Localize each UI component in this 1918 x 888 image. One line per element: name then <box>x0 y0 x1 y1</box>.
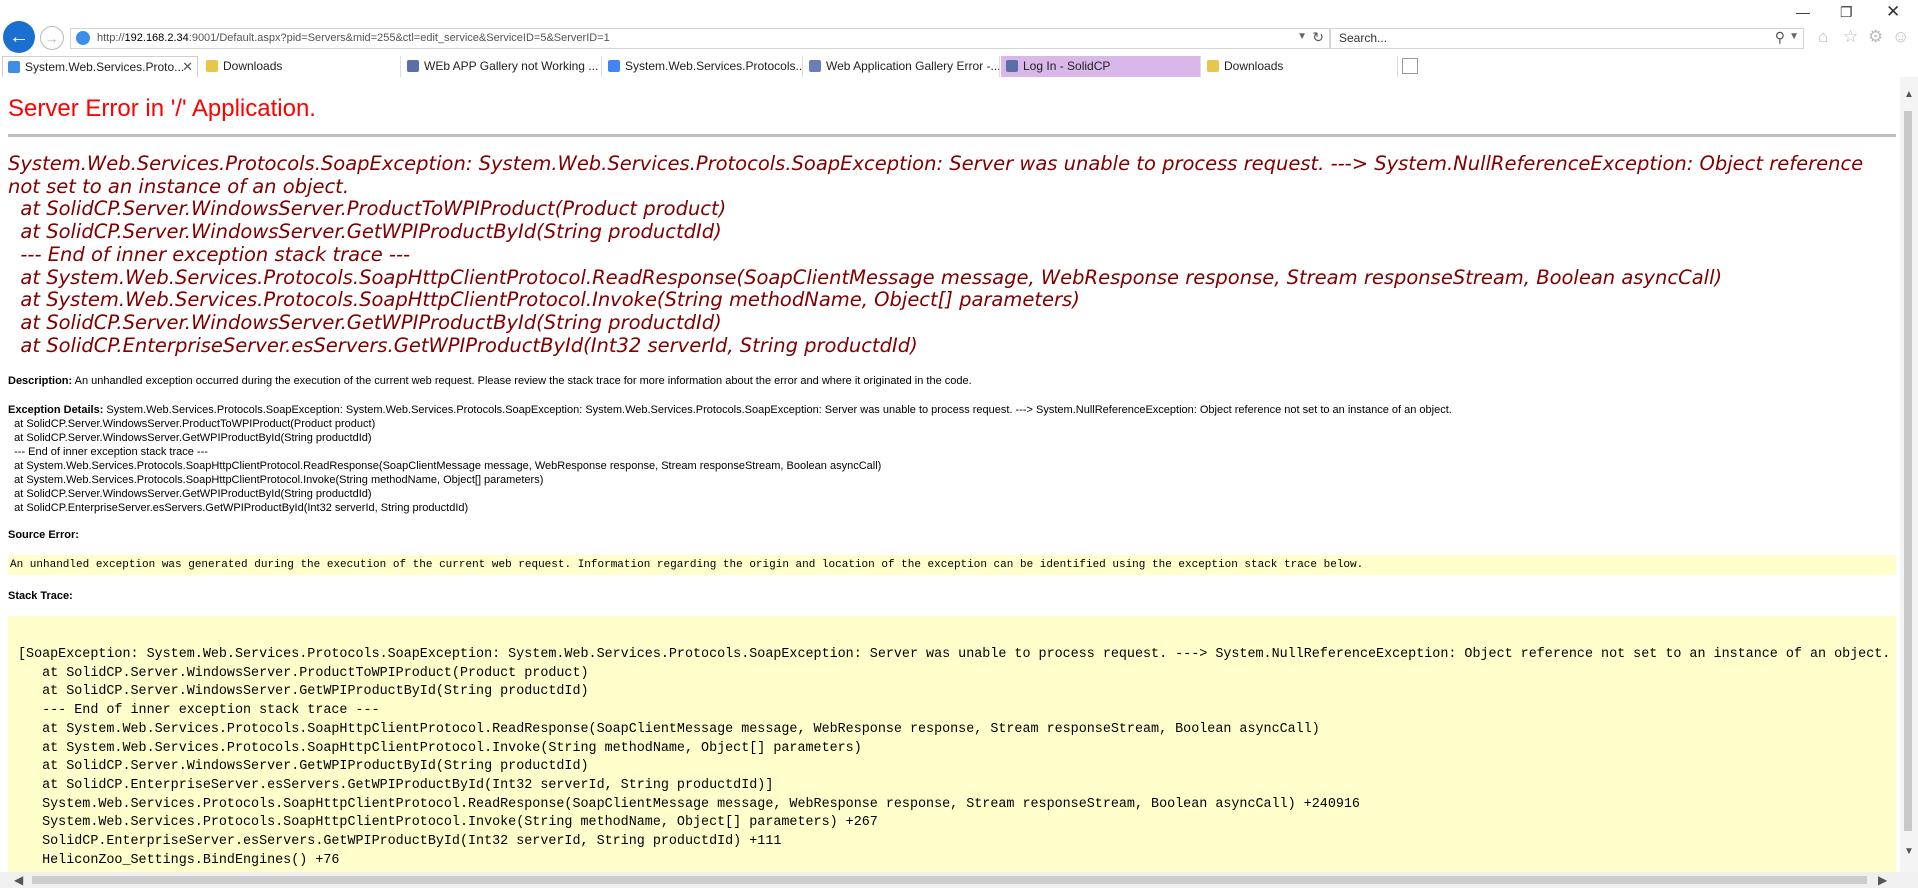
url-host: 192.168.2.34 <box>124 32 189 44</box>
exception-line: at SolidCP.Server.WindowsServer.ProductT… <box>8 418 376 430</box>
stack-line: at System.Web.Services.Protocols.SoapHtt… <box>18 721 1320 737</box>
horizontal-scroll-thumb[interactable] <box>32 876 1867 884</box>
error-line: at SolidCP.EnterpriseServer.esServers.Ge… <box>8 333 918 357</box>
search-dropdown-icon[interactable]: ▼ <box>1789 31 1799 42</box>
error-line: at System.Web.Services.Protocols.SoapHtt… <box>8 288 1080 312</box>
restore-button[interactable]: ❐ <box>1840 4 1853 21</box>
exception-label: Exception Details: <box>8 404 104 416</box>
error-line: at SolidCP.Server.WindowsServer.GetWPIPr… <box>8 310 722 334</box>
browser-chrome: — ❐ ✕ ← → http://192.168.2.34:9001/Defau… <box>0 0 1918 77</box>
tab-1[interactable]: System.Web.Services.Proto... ✕ <box>2 56 198 77</box>
error-line: at SolidCP.Server.WindowsServer.GetWPIPr… <box>8 220 722 244</box>
scroll-up-icon[interactable]: ▲ <box>1904 89 1914 100</box>
close-tab-icon[interactable]: ✕ <box>182 59 193 75</box>
vertical-scrollbar[interactable]: ▲ ▼ <box>1900 77 1918 872</box>
address-dropdown-icon[interactable]: ▼ <box>1297 31 1307 42</box>
tab-5[interactable]: Web Application Gallery Error -... <box>804 56 1000 77</box>
url-rest: :9001/Default.aspx?pid=Servers&mid=255&c… <box>188 32 610 44</box>
page-title: Server Error in '/' Application. <box>8 95 316 122</box>
stack-line: at SolidCP.Server.WindowsServer.GetWPIPr… <box>18 759 589 775</box>
ie-icon <box>8 61 20 73</box>
forward-button[interactable]: → <box>40 26 64 50</box>
stack-line: at System.Web.Services.Protocols.SoapHtt… <box>18 740 862 756</box>
exception-line: System.Web.Services.Protocols.SoapExcept… <box>103 404 1452 416</box>
source-error-box: An unhandled exception was generated dur… <box>8 555 1896 575</box>
scroll-right-icon[interactable]: ▶ <box>1878 873 1887 887</box>
error-heading: System.Web.Services.Protocols.SoapExcept… <box>8 152 1898 357</box>
description: Description: An unhandled exception occu… <box>8 375 972 387</box>
tab-label: Downloads <box>223 59 283 73</box>
tab-2[interactable]: Downloads <box>201 56 401 77</box>
exception-line: at System.Web.Services.Protocols.SoapHtt… <box>8 460 882 472</box>
tab-3[interactable]: WEb APP Gallery not Working ... <box>402 56 602 77</box>
stack-trace-text: [SoapException: System.Web.Services.Prot… <box>18 646 1890 870</box>
description-text: An unhandled exception occurred during t… <box>72 375 972 387</box>
forum-icon <box>407 60 419 72</box>
stack-line: at SolidCP.Server.WindowsServer.GetWPIPr… <box>18 684 589 700</box>
tab-7[interactable]: Downloads <box>1202 56 1398 77</box>
divider <box>8 134 1896 137</box>
source-error-text: An unhandled exception was generated dur… <box>10 559 1364 571</box>
new-tab-button[interactable] <box>1402 58 1418 74</box>
source-error-label: Source Error: <box>8 529 79 541</box>
ie-page-icon <box>76 31 90 45</box>
tab-6[interactable]: Log In - SolidCP <box>1001 56 1201 77</box>
home-icon[interactable]: ⌂ <box>1818 27 1828 47</box>
scroll-down-icon[interactable]: ▼ <box>1904 846 1914 857</box>
stack-line: at SolidCP.Server.WindowsServer.ProductT… <box>18 665 589 681</box>
stack-trace-label: Stack Trace: <box>8 590 73 602</box>
exception-line: at SolidCP.Server.WindowsServer.GetWPIPr… <box>8 432 372 444</box>
stack-line: [SoapException: System.Web.Services.Prot… <box>18 647 1891 662</box>
tab-label: System.Web.Services.Protocols... <box>625 59 803 73</box>
search-icon[interactable]: ⚲ <box>1775 29 1785 46</box>
stack-line: System.Web.Services.Protocols.SoapHttpCl… <box>18 796 1360 812</box>
folder-icon <box>1207 60 1219 72</box>
tab-bar: System.Web.Services.Proto... ✕ Downloads… <box>0 56 1918 77</box>
exception-details: Exception Details: System.Web.Services.P… <box>8 403 1888 515</box>
scroll-left-icon[interactable]: ◀ <box>14 873 23 887</box>
address-url[interactable]: http://192.168.2.34:9001/Default.aspx?pi… <box>97 32 610 44</box>
address-bar[interactable]: http://192.168.2.34:9001/Default.aspx?pi… <box>70 28 1330 49</box>
folder-icon <box>206 60 218 72</box>
url-prefix: http:// <box>97 32 125 44</box>
exception-line: --- End of inner exception stack trace -… <box>8 446 208 458</box>
solidcp-icon <box>1006 60 1018 72</box>
back-button[interactable]: ← <box>3 21 35 53</box>
tab-label: Downloads <box>1224 59 1284 73</box>
close-window-button[interactable]: ✕ <box>1886 2 1900 22</box>
tab-label: System.Web.Services.Proto... <box>25 60 185 74</box>
tab-label: Log In - SolidCP <box>1023 59 1111 73</box>
stack-line: HeliconZoo_Settings.BindEngines() +76 <box>18 852 340 868</box>
search-box[interactable]: ⚲ ▼ <box>1330 28 1804 49</box>
vertical-scroll-thumb[interactable] <box>1904 111 1912 831</box>
smiley-feedback-icon[interactable]: ☺ <box>1892 27 1909 47</box>
error-line: at SolidCP.Server.WindowsServer.ProductT… <box>8 197 727 221</box>
exception-line: at SolidCP.Server.WindowsServer.GetWPIPr… <box>8 488 372 500</box>
refresh-icon[interactable]: ↻ <box>1312 29 1324 46</box>
error-line: --- End of inner exception stack trace -… <box>8 242 411 266</box>
horizontal-scrollbar[interactable]: ◀ ▶ <box>0 872 1918 888</box>
tab-label: Web Application Gallery Error -... <box>826 59 1000 73</box>
exception-line: at SolidCP.EnterpriseServer.esServers.Ge… <box>8 502 469 514</box>
minimize-button[interactable]: — <box>1796 4 1810 20</box>
exception-line: at System.Web.Services.Protocols.SoapHtt… <box>8 474 544 486</box>
error-line: System.Web.Services.Protocols.SoapExcept… <box>8 152 1864 198</box>
description-label: Description: <box>8 375 73 387</box>
stack-line: at SolidCP.EnterpriseServer.esServers.Ge… <box>18 777 774 793</box>
favorites-star-icon[interactable]: ☆ <box>1843 27 1858 47</box>
page-content: Server Error in '/' Application. System.… <box>0 77 1900 872</box>
tab-4[interactable]: System.Web.Services.Protocols... <box>603 56 803 77</box>
gear-site-icon <box>809 60 821 72</box>
stack-trace-box: [SoapException: System.Web.Services.Prot… <box>8 616 1896 872</box>
stack-line: SolidCP.EnterpriseServer.esServers.GetWP… <box>18 834 782 850</box>
stack-line: --- End of inner exception stack trace -… <box>18 703 380 719</box>
settings-gear-icon[interactable]: ⚙ <box>1868 27 1883 47</box>
search-input[interactable] <box>1339 31 1739 45</box>
tab-label: WEb APP Gallery not Working ... <box>424 59 599 73</box>
error-line: at System.Web.Services.Protocols.SoapHtt… <box>8 265 1723 289</box>
stack-line: System.Web.Services.Protocols.SoapHttpCl… <box>18 815 878 831</box>
google-icon <box>608 60 620 72</box>
